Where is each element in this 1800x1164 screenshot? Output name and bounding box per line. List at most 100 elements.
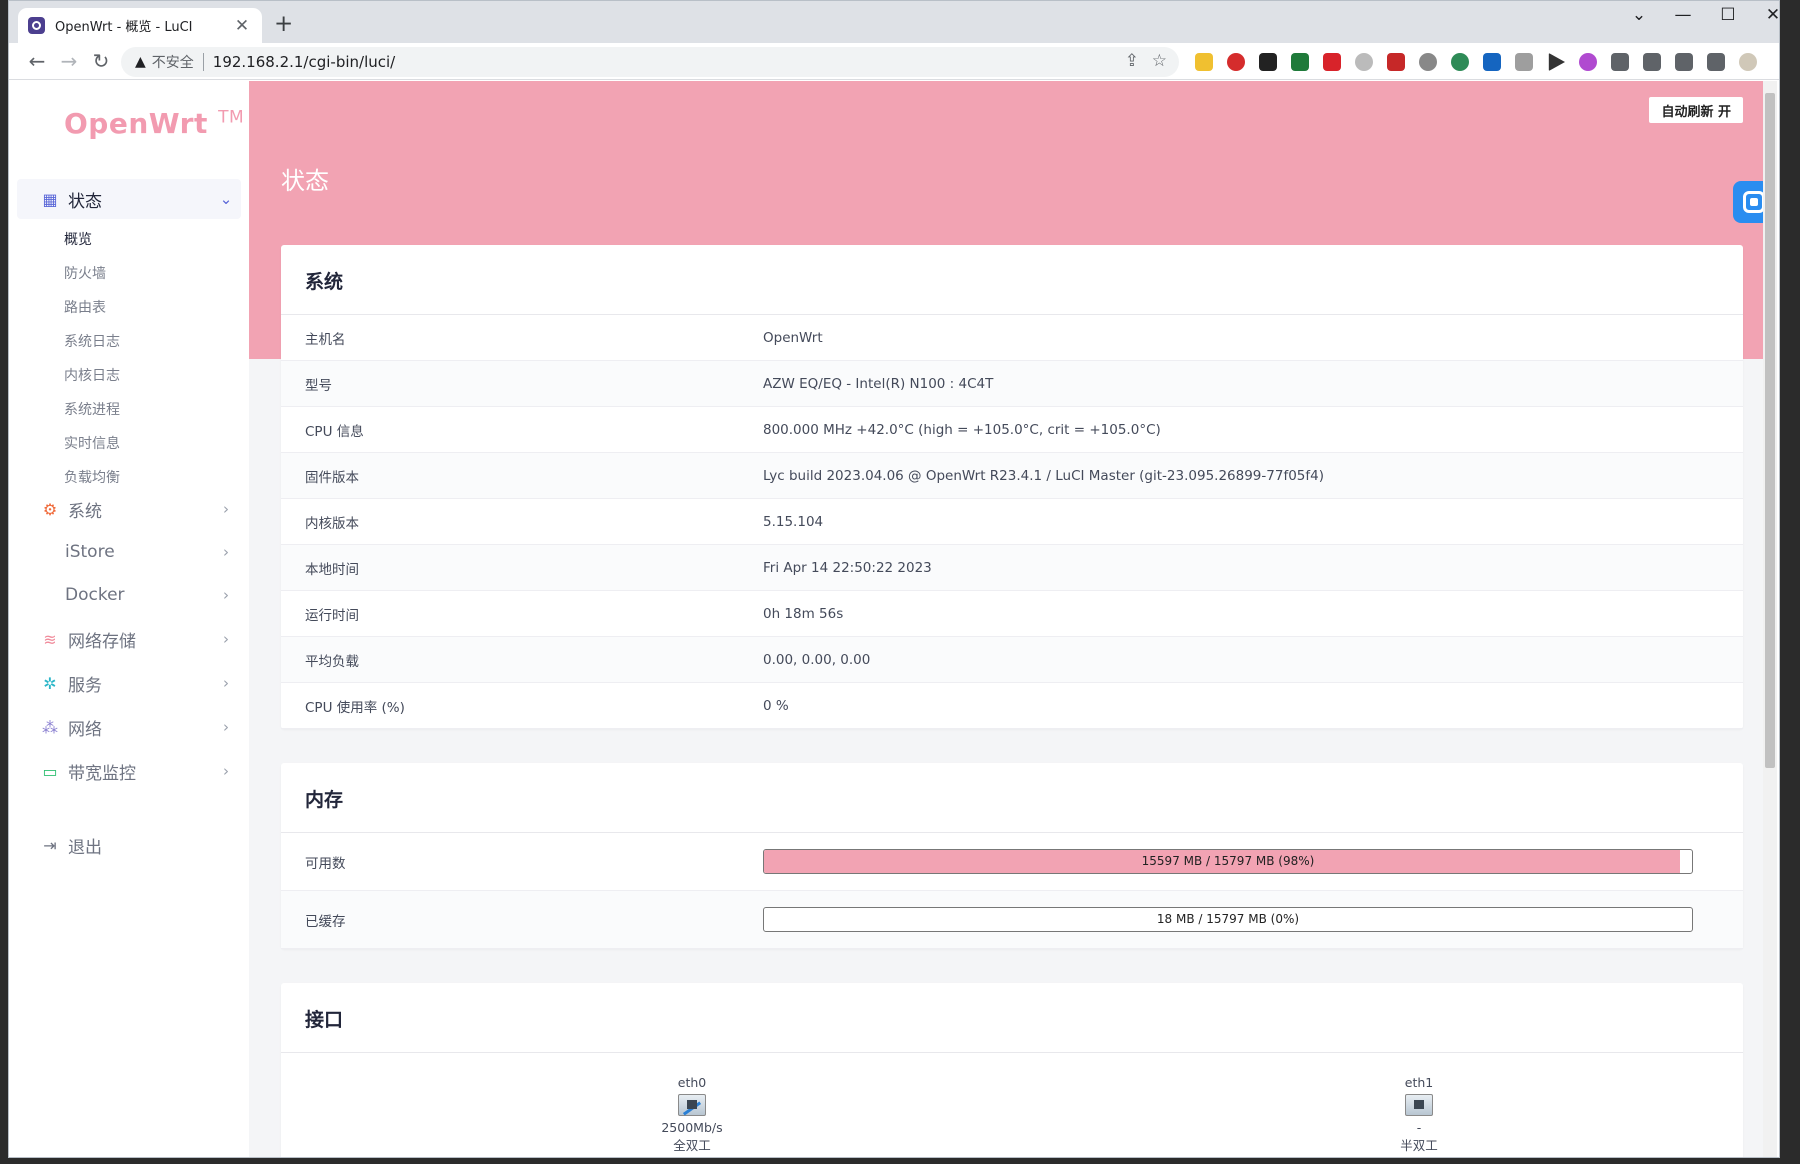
- side-panel-icon[interactable]: [1707, 53, 1725, 71]
- system-table: 主机名 OpenWrt 型号 AZW EQ/EQ - Intel(R) N100 : …: [281, 315, 1743, 729]
- share-icon[interactable]: ⇪: [1125, 51, 1139, 71]
- maximize-icon[interactable]: ☐: [1706, 5, 1750, 25]
- sidebar-subitem-realtime[interactable]: 实时信息: [64, 433, 120, 453]
- system-row-key: 平均负载: [305, 653, 359, 670]
- sidebar-subitem-routes[interactable]: 路由表: [64, 297, 106, 317]
- sidebar-item-label: Docker: [65, 585, 125, 605]
- extension-icon[interactable]: [1515, 53, 1533, 71]
- monitor-icon: ▭: [42, 761, 58, 781]
- sidebar-item-nas[interactable]: ≋ 网络存储 ›: [17, 619, 241, 659]
- extension-icon[interactable]: [1419, 53, 1437, 71]
- extension-icon[interactable]: [1483, 53, 1501, 71]
- system-row-key: CPU 使用率 (%): [305, 699, 405, 716]
- extension-icon[interactable]: [1259, 53, 1277, 71]
- forward-arrow-icon[interactable]: →: [55, 49, 83, 73]
- extension-icon[interactable]: [1387, 53, 1405, 71]
- tab-search-icon[interactable]: ⌄: [1617, 5, 1661, 25]
- sidebar-item-bandwidth[interactable]: ▭ 带宽监控 ›: [17, 751, 241, 791]
- interface-eth1[interactable]: eth1 - 半双工: [1359, 1075, 1479, 1154]
- adblock-icon[interactable]: [1227, 53, 1245, 71]
- interfaces-card-title: 接口: [281, 983, 1743, 1053]
- system-row: 主机名 OpenWrt: [281, 315, 1743, 361]
- warning-triangle-icon: ▲: [135, 54, 146, 70]
- system-row-value: 5.15.104: [763, 513, 824, 530]
- sidebar-item-status[interactable]: ▦ 状态 ⌄: [17, 179, 241, 219]
- tab-title: OpenWrt - 概览 - LuCI: [55, 20, 193, 35]
- scrollbar-thumb[interactable]: [1765, 93, 1775, 768]
- chevron-right-icon: ›: [223, 630, 229, 648]
- openwrt-logo[interactable]: OpenWrt TM: [64, 107, 244, 140]
- reload-icon[interactable]: ↻: [87, 49, 115, 73]
- download-icon[interactable]: [1675, 53, 1693, 71]
- system-row: 固件版本 Lyc build 2023.04.06 @ OpenWrt R23.4…: [281, 453, 1743, 499]
- extension-icon[interactable]: [1355, 53, 1373, 71]
- window-close-icon[interactable]: ✕: [1751, 5, 1779, 25]
- system-row: 平均负载 0.00, 0.00, 0.00: [281, 637, 1743, 683]
- extension-icon[interactable]: [1291, 53, 1309, 71]
- memory-progress-text: 15597 MB / 15797 MB (98%): [1141, 854, 1315, 868]
- address-bar[interactable]: ▲ 不安全 192.168.2.1/cgi-bin/luci/ ⇪ ☆: [121, 47, 1179, 77]
- url-text[interactable]: 192.168.2.1/cgi-bin/luci/: [213, 53, 395, 71]
- minimize-icon[interactable]: —: [1661, 5, 1705, 25]
- sidebar-subitem-kernel-log[interactable]: 内核日志: [64, 365, 120, 385]
- chevron-right-icon: ›: [223, 674, 229, 692]
- tab-close-icon[interactable]: ✕: [232, 16, 252, 36]
- database-icon: ≋: [43, 629, 57, 649]
- sidebar-item-label: 服务: [68, 675, 102, 696]
- chevron-right-icon: ›: [223, 718, 229, 736]
- system-row-value: AZW EQ/EQ - Intel(R) N100 : 4C4T: [763, 375, 994, 392]
- interface-duplex: 全双工: [673, 1138, 711, 1153]
- extension-icon[interactable]: [1451, 53, 1469, 71]
- sidebar-item-docker[interactable]: Docker ›: [17, 575, 241, 615]
- bookmark-star-icon[interactable]: ☆: [1152, 51, 1167, 71]
- browser-tab[interactable]: OpenWrt - 概览 - LuCI ✕: [18, 8, 262, 43]
- page-scrollbar[interactable]: [1763, 81, 1777, 1157]
- sidebar-item-logout[interactable]: ⇥ 退出: [17, 825, 241, 865]
- back-arrow-icon[interactable]: ←: [23, 49, 51, 73]
- browser-toolbar: ← → ↻ ▲ 不安全 192.168.2.1/cgi-bin/luci/ ⇪ …: [9, 43, 1779, 80]
- browser-window: OpenWrt - 概览 - LuCI ✕ + ⌄ — ☐ ✕ ← → ↻ ▲ …: [8, 0, 1780, 1158]
- puzzle-icon[interactable]: [1611, 53, 1629, 71]
- page-title: 状态: [281, 167, 329, 195]
- auto-refresh-button[interactable]: 自动刷新 开: [1649, 97, 1743, 123]
- cogs-icon: ✲: [43, 673, 57, 693]
- sidebar-item-istore[interactable]: iStore ›: [17, 532, 241, 572]
- extension-icon[interactable]: [1579, 53, 1597, 71]
- sidebar-subitem-overview[interactable]: 概览: [64, 229, 92, 249]
- sidebar-item-services[interactable]: ✲ 服务 ›: [17, 663, 241, 703]
- system-card: 系统 主机名 OpenWrt 型号 AZW EQ/EQ - Intel(R) N100…: [281, 245, 1743, 729]
- sidebar-item-network[interactable]: ⁂ 网络 ›: [17, 707, 241, 747]
- gear-icon: ⚙: [42, 499, 58, 519]
- memory-row-key: 可用数: [305, 855, 346, 872]
- profile-avatar-icon[interactable]: [1739, 53, 1757, 71]
- sidebar: OpenWrt TM ▦ 状态 ⌄ 概览 防火墙 路由表 系统日志 内核日志 系…: [9, 81, 249, 1157]
- memory-progress-bar: 15597 MB / 15797 MB (98%): [763, 849, 1693, 874]
- logo-text: OpenWrt: [64, 107, 208, 140]
- play-icon[interactable]: [1548, 53, 1565, 71]
- extension-icon[interactable]: [1323, 53, 1341, 71]
- sidebar-subitem-syslog[interactable]: 系统日志: [64, 331, 120, 351]
- interface-eth0[interactable]: eth0 2500Mb/s 全双工: [632, 1075, 752, 1154]
- sidebar-subitem-processes[interactable]: 系统进程: [64, 399, 120, 419]
- system-row: 型号 AZW EQ/EQ - Intel(R) N100 : 4C4T: [281, 361, 1743, 407]
- chevron-right-icon: ›: [223, 543, 229, 561]
- sidebar-subitem-firewall[interactable]: 防火墙: [64, 263, 106, 283]
- sidebar-item-label: 退出: [68, 837, 102, 858]
- memory-card: 内存 可用数 15597 MB / 15797 MB (98%) 已缓存 18 MB …: [281, 763, 1743, 949]
- extension-icon[interactable]: [1195, 53, 1213, 71]
- sidebar-item-label: 状态: [68, 191, 102, 212]
- new-tab-button[interactable]: +: [274, 11, 293, 37]
- system-row-key: 固件版本: [305, 469, 359, 486]
- sitemap-icon: ⁂: [42, 717, 58, 737]
- logo-tm: TM: [218, 107, 245, 128]
- tab-strip: OpenWrt - 概览 - LuCI ✕ + ⌄ — ☐ ✕: [9, 1, 1779, 43]
- interface-name: eth1: [1404, 1075, 1434, 1090]
- system-card-title: 系统: [281, 245, 1743, 315]
- sidebar-subitem-load-balance[interactable]: 负载均衡: [64, 467, 120, 487]
- insecure-label[interactable]: 不安全: [152, 52, 194, 72]
- system-row-key: 本地时间: [305, 561, 359, 578]
- ethernet-port-icon: [678, 1094, 706, 1116]
- sidebar-item-system[interactable]: ⚙ 系统 ›: [17, 489, 241, 529]
- interface-speed: 2500Mb/s: [661, 1120, 723, 1135]
- media-icon[interactable]: [1643, 53, 1661, 71]
